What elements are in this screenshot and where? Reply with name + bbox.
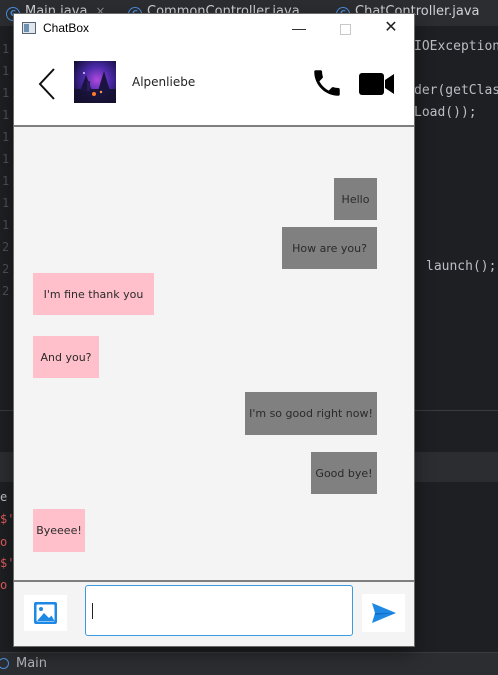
console-line: o: [0, 535, 8, 549]
close-button[interactable]: ✕: [368, 14, 414, 44]
line-number: 1: [2, 152, 10, 166]
back-button[interactable]: [36, 66, 60, 102]
phone-icon: [314, 70, 340, 96]
console-line: o: [0, 578, 8, 592]
chat-header: Alpenliebe: [14, 44, 414, 125]
text-caret: [92, 603, 93, 619]
minimize-button[interactable]: —: [276, 14, 322, 44]
code-line: launch();: [426, 259, 497, 274]
send-icon: [372, 603, 396, 623]
line-number: 1: [2, 42, 10, 56]
composer-bar: [14, 582, 414, 646]
contact-avatar: [74, 61, 116, 103]
chevron-left-icon: [38, 68, 55, 100]
message-bubble-sent: Hello: [334, 178, 377, 220]
attach-image-button[interactable]: [24, 595, 67, 631]
run-config-label[interactable]: Main: [16, 656, 47, 671]
contact-name: Alpenliebe: [132, 75, 196, 89]
code-line: der(getClas: [414, 83, 498, 98]
maximize-button[interactable]: [322, 14, 368, 44]
code-line: Load());: [414, 105, 477, 120]
title-bar[interactable]: ChatBox — ✕: [14, 14, 414, 44]
line-number: 1: [2, 86, 10, 100]
maximize-icon: [339, 23, 351, 35]
console-line: $': [0, 556, 15, 570]
message-bubble-sent: I'm so good right now!: [245, 392, 377, 435]
send-button[interactable]: [362, 594, 405, 632]
video-call-button[interactable]: [359, 71, 395, 97]
message-list[interactable]: Hello How are you? I'm fine thank you An…: [14, 127, 414, 580]
line-number: 1: [2, 130, 10, 144]
message-bubble-received: Byeeee!: [33, 509, 85, 552]
avatar-image: [74, 61, 116, 103]
run-config-icon: [0, 658, 9, 669]
video-camera-icon: [359, 73, 394, 95]
window-title: ChatBox: [43, 21, 90, 35]
message-bubble-received: And you?: [33, 336, 99, 378]
line-number: 1: [2, 108, 10, 122]
line-number: 1: [2, 196, 10, 210]
line-number: 2: [2, 284, 10, 298]
ide-status-bar: Main: [0, 652, 498, 675]
message-bubble-sent: Good bye!: [311, 452, 377, 494]
message-bubble-received: I'm fine thank you: [33, 273, 154, 315]
message-input[interactable]: [85, 585, 353, 636]
line-number: 1: [2, 218, 10, 232]
line-number: 1: [2, 64, 10, 78]
console-line: e: [0, 490, 8, 504]
code-line: IOException: [414, 39, 498, 54]
message-bubble-sent: How are you?: [282, 227, 377, 269]
chatbox-window: ChatBox — ✕ Alpenliebe Hello How are you…: [14, 14, 414, 646]
image-icon: [34, 602, 57, 624]
app-icon: [22, 22, 36, 34]
line-number: 2: [2, 240, 10, 254]
line-number: 2: [2, 262, 10, 276]
voice-call-button[interactable]: [310, 66, 344, 100]
console-line: $': [0, 512, 15, 526]
line-number: 1: [2, 174, 10, 188]
